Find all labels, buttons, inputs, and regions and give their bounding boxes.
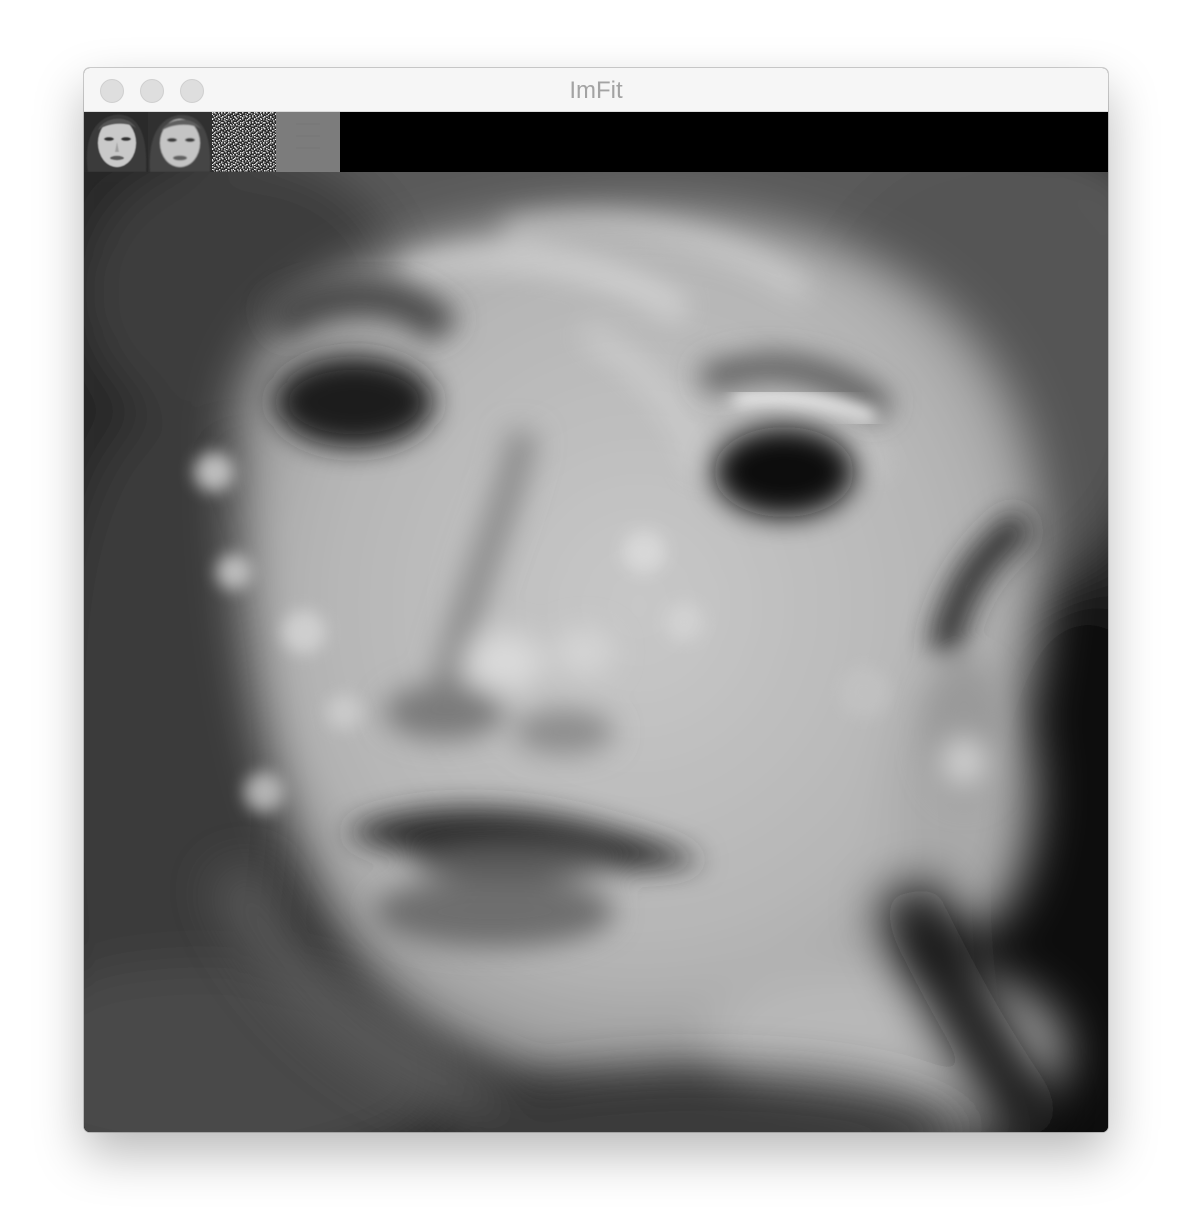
gray-image-thumbnail[interactable] [276, 112, 340, 172]
app-window: ImFit [84, 68, 1108, 1132]
target-image-thumbnail[interactable] [84, 112, 148, 172]
window-title: ImFit [569, 77, 623, 104]
noise-image-thumbnail[interactable] [212, 112, 276, 172]
fitted-image-thumbnail[interactable] [148, 112, 212, 172]
thumbnail-strip [84, 112, 1108, 172]
title-bar[interactable]: ImFit [84, 68, 1108, 112]
main-image-view[interactable] [84, 172, 1108, 1132]
blurred-face-image [84, 172, 1108, 1132]
